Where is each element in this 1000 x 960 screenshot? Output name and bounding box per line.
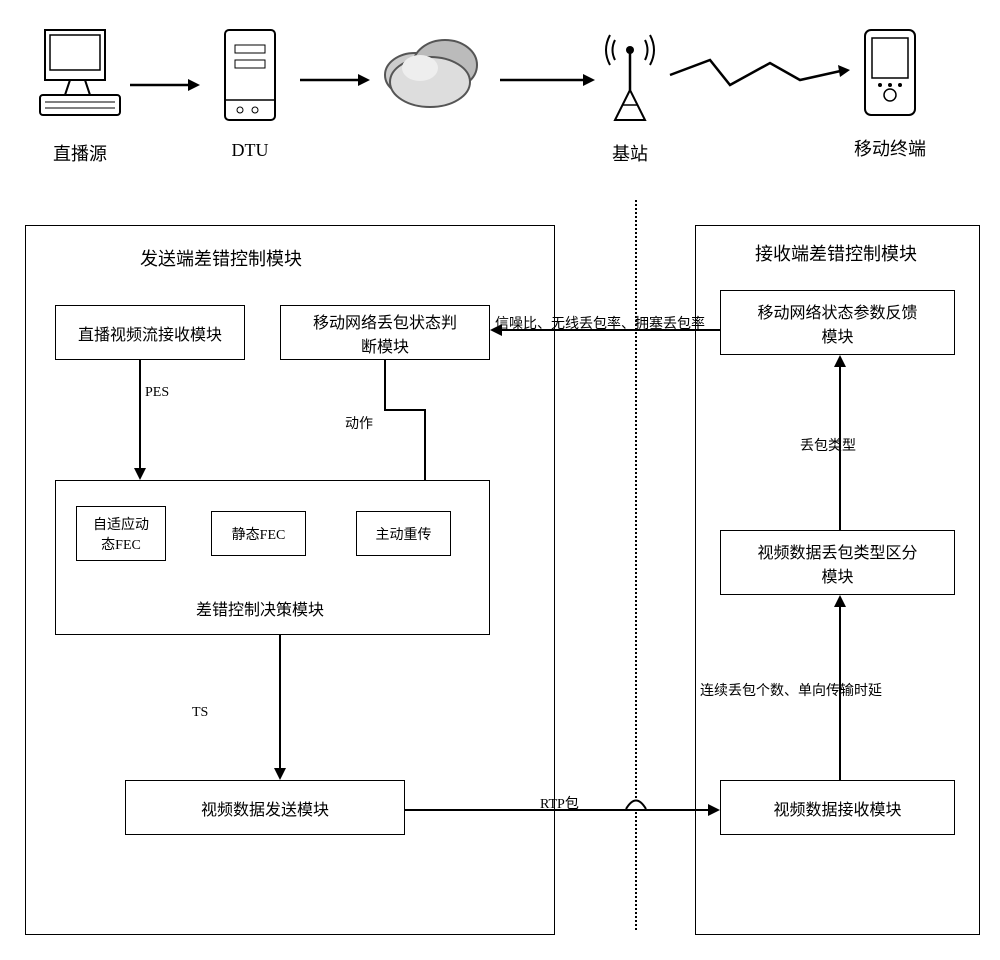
loss-type-classify-module: 视频数据丢包类型区分 模块	[720, 530, 955, 595]
loss-params-label: 连续丢包个数、单向传输时延	[700, 680, 882, 700]
param-feedback-module: 移动网络状态参数反馈 模块	[720, 290, 955, 355]
source-label: 直播源	[30, 140, 130, 166]
retransmit-box: 主动重传	[356, 511, 451, 556]
mobile-node: 移动终端	[840, 20, 940, 161]
antenna-icon	[590, 20, 670, 130]
live-video-recv-module: 直播视频流接收模块	[55, 305, 245, 360]
receiver-title: 接收端差错控制模块	[755, 240, 917, 266]
live-source-node: 直播源	[30, 20, 130, 166]
arrow-ts	[270, 635, 290, 780]
arrow-pes	[130, 360, 150, 480]
video-recv-module: 视频数据接收模块	[720, 780, 955, 835]
arrow-dtu-cloud	[300, 70, 370, 90]
mobile-label: 移动终端	[840, 135, 940, 161]
rtp-label: RTP包	[540, 793, 579, 813]
decision-title: 差错控制决策模块	[196, 596, 324, 620]
computer-icon	[30, 20, 130, 130]
action-label: 动作	[345, 413, 373, 433]
topology-row: 直播源 DTU 基站	[30, 20, 970, 200]
dtu-node: DTU	[200, 20, 300, 161]
arrow-source-dtu	[130, 75, 200, 95]
server-icon	[200, 20, 300, 130]
static-fec-box: 静态FEC	[211, 511, 306, 556]
ts-label: TS	[192, 705, 208, 721]
base-station-node: 基站	[590, 20, 670, 166]
sender-title: 发送端差错控制模块	[140, 245, 302, 271]
cloud-node	[360, 20, 500, 135]
feedback-params-label: 信噪比、无线丢包率、拥塞丢包率	[495, 313, 705, 333]
error-control-decision-module: 自适应动 态FEC 静态FEC 主动重传 差错控制决策模块	[55, 480, 490, 635]
adaptive-fec-box: 自适应动 态FEC	[76, 506, 166, 561]
hop-arc-icon	[626, 797, 646, 812]
video-send-module: 视频数据发送模块	[125, 780, 405, 835]
dtu-label: DTU	[200, 140, 300, 161]
net-loss-judge-module: 移动网络丢包状态判 断模块	[280, 305, 490, 360]
arrow-cloud-base	[500, 70, 595, 90]
base-label: 基站	[590, 140, 670, 166]
arrow-loss-params	[830, 595, 850, 780]
separator-line	[635, 200, 637, 930]
wireless-link-icon	[670, 55, 850, 95]
mobile-icon	[840, 20, 940, 125]
arrow-loss-type	[830, 355, 850, 530]
cloud-icon	[360, 20, 500, 130]
